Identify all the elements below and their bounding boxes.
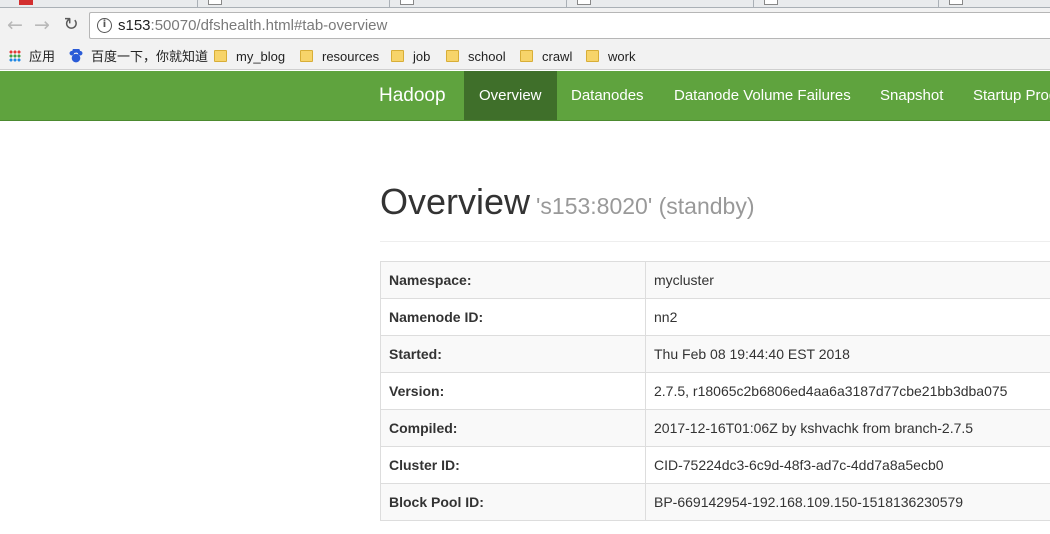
tab-snapshot[interactable]: Snapshot (880, 71, 943, 120)
row-value: 2.7.5, r18065c2b6806ed4aa6a3187d77cbe21b… (645, 372, 1050, 410)
row-value: 2017-12-16T01:06Z by kshvachk from branc… (645, 409, 1050, 447)
info-icon[interactable]: i (97, 18, 112, 33)
page-title: Overview's153:8020' (standby) (380, 182, 755, 226)
brand-link[interactable]: Hadoop (379, 71, 446, 120)
row-value: Thu Feb 08 19:44:40 EST 2018 (645, 335, 1050, 373)
row-value: CID-75224dc3-6c9d-48f3-ad7c-4dd7a8a5ecb0 (645, 446, 1050, 484)
browser-tab[interactable] (566, 0, 762, 8)
forward-arrow-icon[interactable]: → (31, 13, 53, 37)
browser-tab[interactable] (753, 0, 949, 8)
bookmark-resources[interactable]: resources (300, 48, 379, 66)
row-key: Started: (380, 335, 646, 373)
tab-favicon-icon (19, 0, 33, 5)
folder-icon (520, 50, 533, 62)
folder-icon (586, 50, 599, 62)
bookmark-label: job (413, 49, 431, 64)
table-row: Version: 2.7.5, r18065c2b6806ed4aa6a3187… (380, 372, 1050, 410)
bookmark-label: 应用 (29, 49, 56, 64)
tab-favicon-icon (208, 0, 222, 5)
bookmark-apps[interactable]: 应用 (9, 48, 55, 66)
baidu-paw-icon (69, 49, 83, 63)
bookmark-label: resources (322, 49, 380, 64)
url-text: s153:50070/dfshealth.html#tab-overview (118, 17, 387, 34)
browser-tab[interactable] (389, 0, 585, 8)
table-row: Compiled: 2017-12-16T01:06Z by kshvachk … (380, 409, 1050, 447)
table-row: Namespace: mycluster (380, 261, 1050, 299)
apps-grid-icon (9, 50, 21, 62)
table-row: Block Pool ID: BP-669142954-192.168.109.… (380, 483, 1050, 521)
folder-icon (446, 50, 459, 62)
row-key: Version: (380, 372, 646, 410)
table-row: Started: Thu Feb 08 19:44:40 EST 2018 (380, 335, 1050, 373)
table-row: Cluster ID: CID-75224dc3-6c9d-48f3-ad7c-… (380, 446, 1050, 484)
overview-table: Namespace: mycluster Namenode ID: nn2 St… (380, 261, 1050, 521)
row-value: mycluster (645, 261, 1050, 299)
browser-tab-strip (0, 0, 1050, 8)
browser-tab[interactable] (0, 0, 201, 8)
browser-tab[interactable] (197, 0, 393, 8)
row-key: Compiled: (380, 409, 646, 447)
browser-tab[interactable] (938, 0, 1050, 8)
hadoop-navbar: Hadoop Overview Datanodes Datanode Volum… (0, 71, 1050, 121)
bookmark-job[interactable]: job (391, 48, 430, 66)
url-input[interactable]: i s153:50070/dfshealth.html#tab-overview (89, 12, 1050, 39)
address-bar-row: ← → ↻ i s153:50070/dfshealth.html#tab-ov… (0, 8, 1050, 44)
folder-icon (391, 50, 404, 62)
page-header: Overview's153:8020' (standby) (380, 182, 1050, 242)
row-value: nn2 (645, 298, 1050, 336)
bookmark-crawl[interactable]: crawl (520, 48, 572, 66)
folder-icon (214, 50, 227, 62)
back-arrow-icon[interactable]: ← (4, 13, 26, 37)
namenode-subtitle: 's153:8020' (standby) (536, 193, 755, 219)
bookmark-school[interactable]: school (446, 48, 506, 66)
tab-favicon-icon (764, 0, 778, 5)
folder-icon (300, 50, 313, 62)
tab-startup-progress[interactable]: Startup Progress (973, 71, 1050, 120)
row-value: BP-669142954-192.168.109.150-15181362305… (645, 483, 1050, 521)
bookmark-work[interactable]: work (586, 48, 635, 66)
page-title-text: Overview (380, 181, 531, 222)
bookmark-label: school (468, 49, 506, 64)
tab-datanode-volume-failures[interactable]: Datanode Volume Failures (674, 71, 851, 120)
tab-favicon-icon (400, 0, 414, 5)
bookmark-my-blog[interactable]: my_blog (214, 48, 285, 66)
tab-overview[interactable]: Overview (464, 71, 557, 120)
bookmark-label: 百度一下，你就知道 (91, 49, 209, 64)
tab-favicon-icon (577, 0, 591, 5)
url-host: s153 (118, 17, 151, 34)
tab-datanodes[interactable]: Datanodes (571, 71, 644, 120)
row-key: Cluster ID: (380, 446, 646, 484)
bookmark-label: crawl (542, 49, 573, 64)
bookmark-label: work (608, 49, 636, 64)
bookmark-baidu[interactable]: 百度一下，你就知道 (69, 48, 208, 66)
tab-favicon-icon (949, 0, 963, 5)
bookmark-label: my_blog (236, 49, 286, 64)
table-row: Namenode ID: nn2 (380, 298, 1050, 336)
bookmarks-bar: 应用 百度一下，你就知道 my_blog resources job schoo… (0, 44, 1050, 70)
row-key: Namespace: (380, 261, 646, 299)
row-key: Block Pool ID: (380, 483, 646, 521)
reload-icon[interactable]: ↻ (60, 13, 82, 37)
row-key: Namenode ID: (380, 298, 646, 336)
url-path: :50070/dfshealth.html#tab-overview (150, 17, 388, 34)
